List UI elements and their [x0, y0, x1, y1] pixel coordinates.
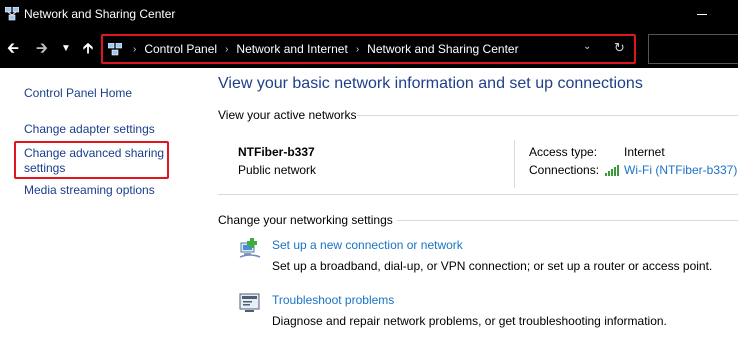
search-input[interactable]	[648, 34, 738, 64]
breadcrumb: › Control Panel › Network and Internet ›…	[125, 36, 519, 62]
access-type-value: Internet	[624, 145, 665, 159]
wifi-signal-icon	[605, 165, 619, 176]
wifi-connection-link[interactable]: Wi-Fi (NTFiber-b337)	[624, 163, 737, 177]
troubleshoot-problems-description: Diagnose and repair network problems, or…	[272, 314, 667, 328]
access-type-label: Access type:	[529, 145, 598, 159]
back-arrow-icon[interactable]: 🡰	[5, 39, 21, 59]
network-center-icon	[5, 7, 19, 21]
address-dropdown-icon[interactable]: ⌄	[583, 41, 591, 52]
control-panel-icon	[108, 43, 122, 56]
control-panel-home-link[interactable]: Control Panel Home	[24, 86, 132, 101]
address-row: 🡰 🡲 ▼ 🡱 › Control Panel › Network and In…	[0, 30, 738, 68]
up-arrow-icon[interactable]: 🡱	[80, 39, 96, 59]
breadcrumb-network-and-internet[interactable]: Network and Internet	[236, 42, 347, 56]
breadcrumb-network-and-sharing-center[interactable]: Network and Sharing Center	[367, 42, 518, 56]
change-settings-heading: Change your networking settings	[218, 213, 393, 227]
divider	[397, 220, 738, 221]
chevron-down-icon[interactable]: ▼	[58, 39, 74, 59]
page-title: View your basic network information and …	[218, 75, 643, 92]
minimize-button[interactable]	[697, 14, 707, 15]
forward-arrow-icon[interactable]: 🡲	[34, 39, 50, 59]
left-pane: Control Panel Home Change adapter settin…	[0, 68, 205, 340]
change-adapter-settings-link[interactable]: Change adapter settings	[24, 122, 155, 137]
media-streaming-options-link[interactable]: Media streaming options	[24, 183, 155, 198]
set-up-new-connection-description: Set up a broadband, dial-up, or VPN conn…	[272, 259, 713, 273]
connections-label: Connections:	[529, 163, 600, 177]
divider	[514, 140, 515, 188]
refresh-icon[interactable]: ↻	[614, 40, 625, 56]
divider	[357, 115, 738, 116]
troubleshoot-problems-link[interactable]: Troubleshoot problems	[272, 293, 394, 307]
title-bar: Network and Sharing Center	[0, 0, 738, 30]
address-bar[interactable]: › Control Panel › Network and Internet ›…	[101, 34, 636, 64]
breadcrumb-control-panel[interactable]: Control Panel	[144, 42, 217, 56]
change-advanced-sharing-settings-link[interactable]: Change advanced sharing settings	[24, 146, 174, 176]
active-networks-heading: View your active networks	[218, 108, 357, 122]
network-type: Public network	[238, 163, 317, 177]
set-up-new-connection-link[interactable]: Set up a new connection or network	[272, 238, 463, 252]
breadcrumb-separator: ›	[225, 43, 229, 55]
network-name: NTFiber-b337	[238, 145, 315, 159]
main-content: View your basic network information and …	[205, 68, 738, 340]
breadcrumb-separator: ›	[355, 43, 360, 55]
breadcrumb-separator: ›	[133, 43, 137, 55]
troubleshoot-icon	[239, 293, 260, 312]
window-title: Network and Sharing Center	[24, 7, 176, 21]
new-connection-icon	[239, 238, 261, 258]
divider	[218, 194, 738, 195]
